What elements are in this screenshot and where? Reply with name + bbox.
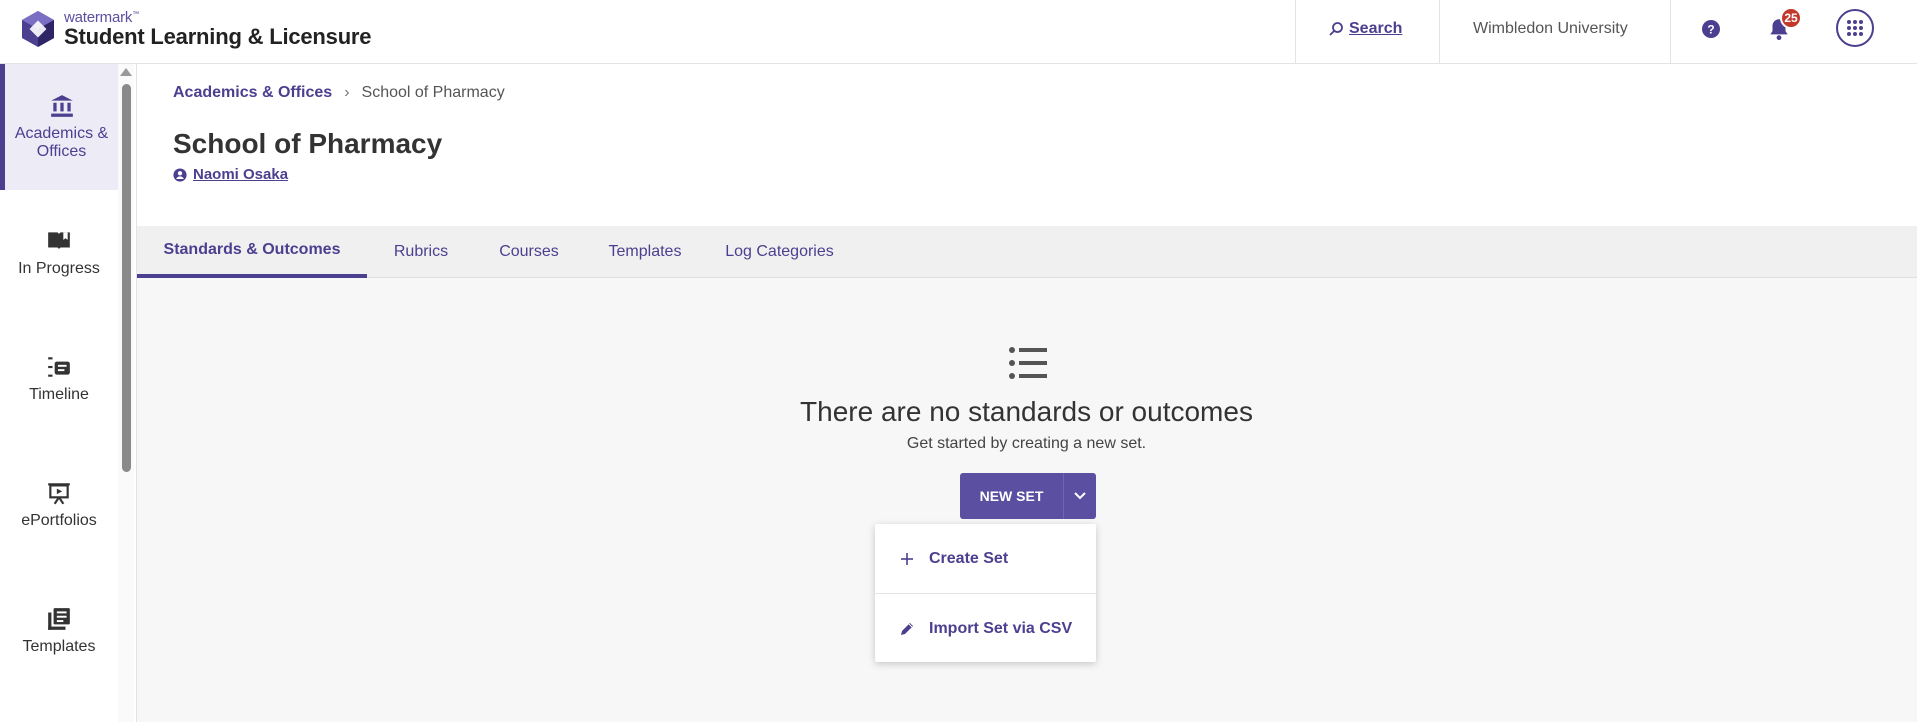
tab-standards-outcomes[interactable]: Standards & Outcomes	[137, 226, 367, 278]
scroll-up-arrow-icon[interactable]	[120, 68, 132, 76]
owner-name: Naomi Osaka	[193, 166, 289, 183]
bank-icon	[50, 95, 73, 117]
page-header-area: Academics & Offices › School of Pharmacy…	[137, 64, 1917, 226]
sidebar-item-templates[interactable]: Templates	[0, 568, 118, 694]
tab-templates[interactable]: Templates	[583, 226, 707, 278]
app-logo[interactable]: watermark™ Student Learning & Licensure	[20, 8, 372, 49]
sidebar-item-label: Timeline	[29, 386, 89, 403]
new-set-button[interactable]: NEW SET	[960, 473, 1063, 519]
templates-icon	[48, 608, 70, 630]
create-set-menu-item[interactable]: Create Set	[875, 524, 1096, 593]
breadcrumb-separator: ›	[344, 84, 350, 101]
pencil-icon	[901, 622, 913, 635]
presentation-icon	[48, 483, 70, 505]
header-divider	[1295, 0, 1296, 64]
menu-item-label: Create Set	[929, 549, 1009, 567]
sidebar-item-academics-offices[interactable]: Academics & Offices	[0, 64, 118, 190]
breadcrumb: Academics & Offices › School of Pharmacy	[173, 84, 505, 102]
new-set-split-button: NEW SET	[960, 473, 1096, 519]
new-set-dropdown-toggle[interactable]	[1063, 473, 1096, 519]
sidebar-nav: Academics & Offices In Progress Timeline…	[0, 64, 118, 722]
notification-count-badge: 25	[1780, 7, 1802, 29]
app-launcher-button[interactable]	[1836, 9, 1874, 47]
sidebar-item-label: Academics & Offices	[14, 125, 109, 160]
watermark-logo-icon	[22, 10, 54, 47]
product-name: Student Learning & Licensure	[64, 24, 372, 49]
breadcrumb-current: School of Pharmacy	[361, 84, 505, 101]
book-icon	[48, 232, 70, 250]
breadcrumb-link-academics[interactable]: Academics & Offices	[173, 84, 332, 102]
list-icon	[1009, 347, 1047, 379]
page-title: School of Pharmacy	[173, 128, 443, 159]
help-icon[interactable]: ?	[1701, 19, 1721, 39]
search-label: Search	[1349, 20, 1403, 37]
sidebar-item-eportfolios[interactable]: ePortfolios	[0, 442, 118, 568]
grid-apps-icon	[1847, 20, 1863, 36]
tab-log-categories[interactable]: Log Categories	[707, 226, 852, 278]
sidebar-item-timeline[interactable]: Timeline	[0, 316, 118, 442]
sidebar-scroll-thumb[interactable]	[122, 84, 131, 472]
search-link[interactable]: Search	[1328, 20, 1402, 38]
university-name[interactable]: Wimbledon University	[1473, 20, 1628, 38]
sidebar-item-label: ePortfolios	[21, 512, 97, 529]
tab-courses[interactable]: Courses	[475, 226, 583, 278]
user-circle-icon	[173, 167, 187, 182]
import-set-csv-menu-item[interactable]: Import Set via CSV	[875, 594, 1096, 663]
header-divider	[1670, 0, 1671, 64]
tab-bar: Standards & Outcomes Rubrics Courses Tem…	[137, 226, 1917, 278]
empty-state-subtitle: Get started by creating a new set.	[906, 435, 1147, 452]
sidebar-item-label: In Progress	[18, 260, 100, 277]
search-icon	[1329, 22, 1343, 36]
top-header: watermark™ Student Learning & Licensure …	[0, 0, 1917, 64]
plus-icon	[901, 552, 913, 565]
brand-trademark: ™	[132, 11, 140, 18]
header-divider	[1439, 0, 1440, 64]
tab-rubrics[interactable]: Rubrics	[367, 226, 475, 278]
new-set-dropdown-menu: Create Set Import Set via CSV	[875, 524, 1096, 662]
timeline-icon	[48, 357, 70, 377]
chevron-down-icon	[1074, 492, 1086, 500]
svg-text:?: ?	[1707, 23, 1714, 37]
owner-link[interactable]: Naomi Osaka	[173, 166, 288, 183]
sidebar-item-label: Templates	[22, 638, 96, 655]
empty-state-title: There are no standards or outcomes	[800, 396, 1253, 427]
sidebar-item-in-progress[interactable]: In Progress	[0, 190, 118, 316]
menu-item-label: Import Set via CSV	[929, 619, 1073, 637]
